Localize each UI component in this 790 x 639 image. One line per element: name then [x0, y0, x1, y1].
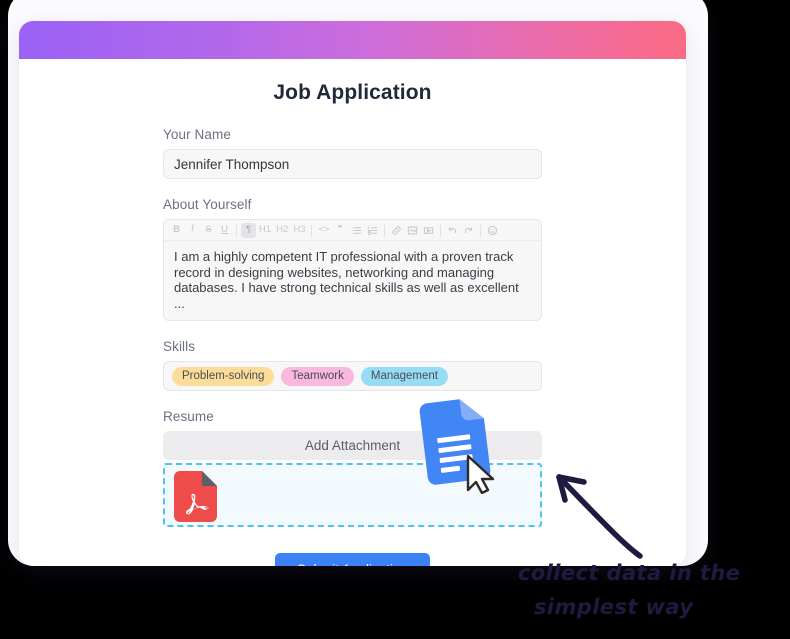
- skills-label: Skills: [163, 339, 196, 354]
- bold-button[interactable]: B: [169, 223, 184, 238]
- video-button[interactable]: [421, 223, 436, 238]
- separator-1: [236, 224, 237, 236]
- skill-tag[interactable]: Management: [360, 366, 448, 386]
- add-attachment-button[interactable]: Add Attachment: [163, 431, 542, 460]
- heading-1-button[interactable]: H1: [257, 223, 273, 238]
- emoji-button[interactable]: [485, 223, 500, 238]
- rich-text-editor: B I S U ¶ H1 H2 H3 <> ❞ I am a highly competent I…: [163, 219, 542, 321]
- bullet-list-button[interactable]: [349, 223, 364, 238]
- about-yourself-label: About Yourself: [163, 197, 252, 212]
- annotation-text-line-2: simplest way: [534, 595, 694, 619]
- heading-3-button[interactable]: H3: [291, 223, 307, 238]
- separator-5: [479, 224, 481, 236]
- code-block-button[interactable]: <>: [316, 223, 331, 238]
- annotation-arrow-icon: [556, 474, 643, 559]
- underline-button[interactable]: U: [217, 223, 232, 238]
- heading-2-button[interactable]: H2: [274, 223, 290, 238]
- image-button[interactable]: [405, 223, 420, 238]
- your-name-label: Your Name: [163, 127, 231, 142]
- skill-tag[interactable]: Teamwork: [281, 366, 354, 386]
- form-fields: Your Name About Yourself BISU ¶H1H2H3 <>❞ …: [163, 127, 542, 566]
- screenshot-stage: Job Application Your Name About Yourself…: [0, 0, 790, 639]
- field-about-yourself: About Yourself B I S U ¶ H1 H2 H3 <> ❞ I am a hig…: [163, 197, 542, 321]
- page-title: Job Application: [273, 81, 432, 104]
- your-name-input[interactable]: [163, 149, 542, 179]
- submit-row: Submit Application: [163, 553, 542, 566]
- card-gradient-banner: [19, 21, 686, 59]
- italic-button[interactable]: I: [185, 223, 200, 238]
- field-your-name: Your Name: [163, 127, 542, 179]
- strikethrough-button[interactable]: S: [201, 223, 216, 238]
- paragraph-button[interactable]: ¶: [241, 222, 256, 238]
- rich-text-toolbar: B I S U ¶ H1 H2 H3 <> ❞: [164, 220, 541, 241]
- separator-3: [383, 224, 385, 236]
- field-skills: Skills Problem-solving Teamwork Management: [163, 339, 542, 391]
- separator-2: [311, 224, 313, 236]
- pdf-file-icon[interactable]: [169, 470, 222, 523]
- resume-label: Resume: [163, 409, 214, 424]
- skills-tag-input[interactable]: Problem-solving Teamwork Management: [163, 361, 542, 391]
- file-dropzone[interactable]: [163, 463, 542, 527]
- skill-tag[interactable]: Problem-solving: [172, 366, 275, 386]
- field-resume: Resume Add Attachment: [163, 409, 542, 527]
- separator-4: [439, 224, 441, 236]
- link-button[interactable]: [389, 223, 404, 238]
- submit-application-button[interactable]: Submit Application: [274, 553, 431, 566]
- numbered-list-button[interactable]: [365, 223, 380, 238]
- about-yourself-textarea[interactable]: I am a highly competent IT professional …: [164, 241, 541, 320]
- redo-button[interactable]: [461, 223, 476, 238]
- undo-button[interactable]: [445, 223, 460, 238]
- annotation-text-line-1: collect data in the: [518, 561, 741, 585]
- blockquote-button[interactable]: ❞: [333, 223, 348, 238]
- annotation-text: collect data in the simplest way: [518, 556, 790, 624]
